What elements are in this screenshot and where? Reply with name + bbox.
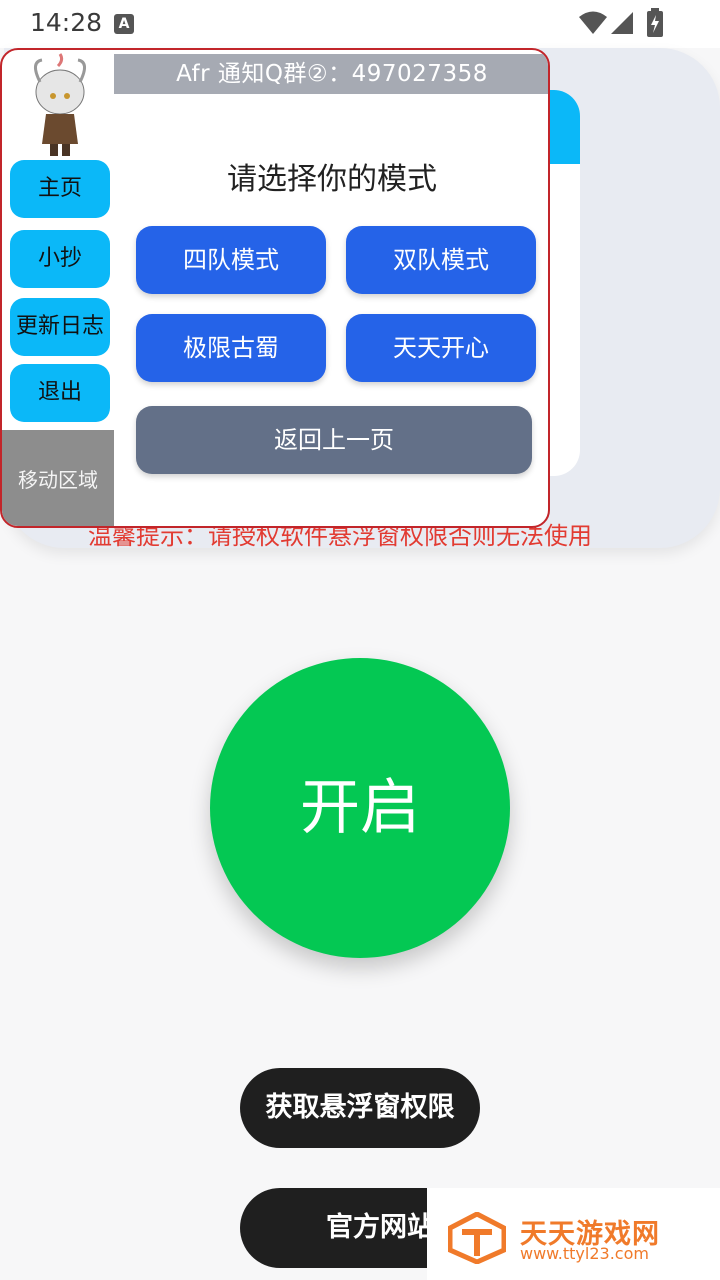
side-menu-exit[interactable]: 退出	[10, 364, 110, 422]
start-button[interactable]: 开启	[210, 658, 510, 958]
side-menu-home[interactable]: 主页	[10, 160, 110, 218]
mode-select-title: 请选择你的模式	[227, 162, 437, 197]
status-time: 14:28	[30, 8, 103, 37]
watermark-url: www.ttyl23.com	[520, 1244, 649, 1263]
notice-banner: Afr 通知Q群②：497027358	[114, 54, 548, 94]
back-button[interactable]: 返回上一页	[136, 406, 532, 474]
side-menu-notes[interactable]: 小抄	[10, 230, 110, 288]
float-permission-button[interactable]: 获取悬浮窗权限	[240, 1068, 480, 1148]
move-area-handle[interactable]: 移动区域	[2, 430, 114, 526]
four-team-mode-button[interactable]: 四队模式	[136, 226, 326, 294]
avatar-image	[34, 53, 86, 156]
floating-panel[interactable]: Afr 通知Q群②：497027358 主页 小抄 更新日志 退出 移动区域 请…	[0, 48, 550, 528]
extreme-gushu-button[interactable]: 极限古蜀	[136, 314, 326, 382]
status-bar: 14:28 A	[0, 0, 720, 48]
two-team-mode-button[interactable]: 双队模式	[346, 226, 536, 294]
wifi-icon	[579, 11, 607, 34]
accessibility-a-icon: A	[114, 14, 134, 34]
watermark-logo-icon	[448, 1212, 506, 1264]
happy-every-day-button[interactable]: 天天开心	[346, 314, 536, 382]
side-menu-changelog[interactable]: 更新日志	[10, 298, 110, 356]
battery-charging-icon	[647, 8, 663, 37]
signal-icon	[611, 12, 633, 34]
